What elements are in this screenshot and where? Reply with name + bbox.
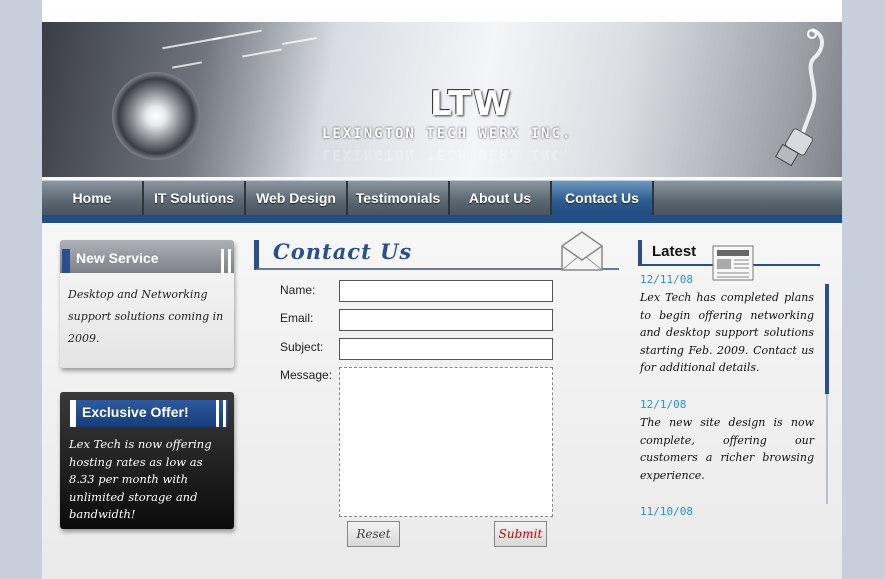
news-text: Lex Tech has completed plans to begin of… [640, 291, 814, 375]
message-label: Message: [280, 368, 333, 382]
message-field[interactable] [339, 367, 553, 517]
news-date: 12/11/08 [640, 273, 693, 286]
lens-graphic [112, 72, 200, 160]
light-streak [282, 36, 317, 46]
reset-button[interactable]: Reset [347, 521, 400, 547]
latest-scrollbar[interactable] [825, 284, 829, 394]
nav-testimonials[interactable]: Testimonials [348, 181, 450, 216]
news-date: 12/1/08 [640, 398, 687, 411]
nav-contact-us[interactable]: Contact Us [552, 181, 654, 216]
subject-label: Subject: [280, 340, 324, 354]
exclusive-offer-header: Exclusive Offer! [70, 400, 228, 427]
light-streak [212, 29, 262, 41]
newspaper-icon [712, 245, 754, 281]
email-label: Email: [280, 311, 314, 325]
exclusive-offer-text: Lex Tech is now offering hosting rates a… [69, 437, 212, 521]
name-field[interactable] [339, 280, 553, 302]
new-service-header: New Service [60, 240, 234, 273]
usb-cable-icon [775, 28, 824, 167]
news-text: The new site design is now complete, off… [640, 416, 814, 482]
company-name-reflection: LEXINGTON TECH WERX INC. [322, 146, 573, 162]
new-service-title: New Service [76, 250, 159, 266]
nav-it-solutions[interactable]: IT Solutions [144, 181, 246, 216]
exclusive-offer-title: Exclusive Offer! [82, 404, 189, 420]
email-field[interactable] [339, 309, 553, 331]
contact-title: Contact Us [273, 239, 413, 264]
nav-about-us[interactable]: About Us [450, 181, 552, 216]
light-streak [242, 48, 282, 58]
page: LTW LEXINGTON TECH WERX INC. LEXINGTON T… [42, 0, 842, 579]
latest-title: Latest [652, 243, 697, 260]
name-label: Name: [280, 283, 316, 297]
nav-web-design[interactable]: Web Design [246, 181, 348, 216]
envelope-icon [561, 231, 603, 271]
main-nav: Home IT Solutions Web Design Testimonial… [42, 180, 842, 216]
nav-stripe [42, 215, 842, 223]
new-service-text: Desktop and Networking support solutions… [68, 288, 224, 345]
subject-field[interactable] [339, 338, 553, 360]
news-date: 11/10/08 [640, 505, 693, 518]
new-service-box: New Service Desktop and Networking suppo… [60, 240, 234, 368]
light-streak [172, 61, 202, 69]
company-name: LEXINGTON TECH WERX INC. [322, 126, 573, 142]
nav-home[interactable]: Home [42, 181, 144, 216]
submit-button[interactable]: Submit [494, 521, 547, 547]
header-banner: LTW LEXINGTON TECH WERX INC. LEXINGTON T… [42, 22, 842, 177]
exclusive-offer-box: Exclusive Offer! Lex Tech is now offerin… [60, 392, 234, 529]
logo-mark: LTW [430, 84, 513, 124]
